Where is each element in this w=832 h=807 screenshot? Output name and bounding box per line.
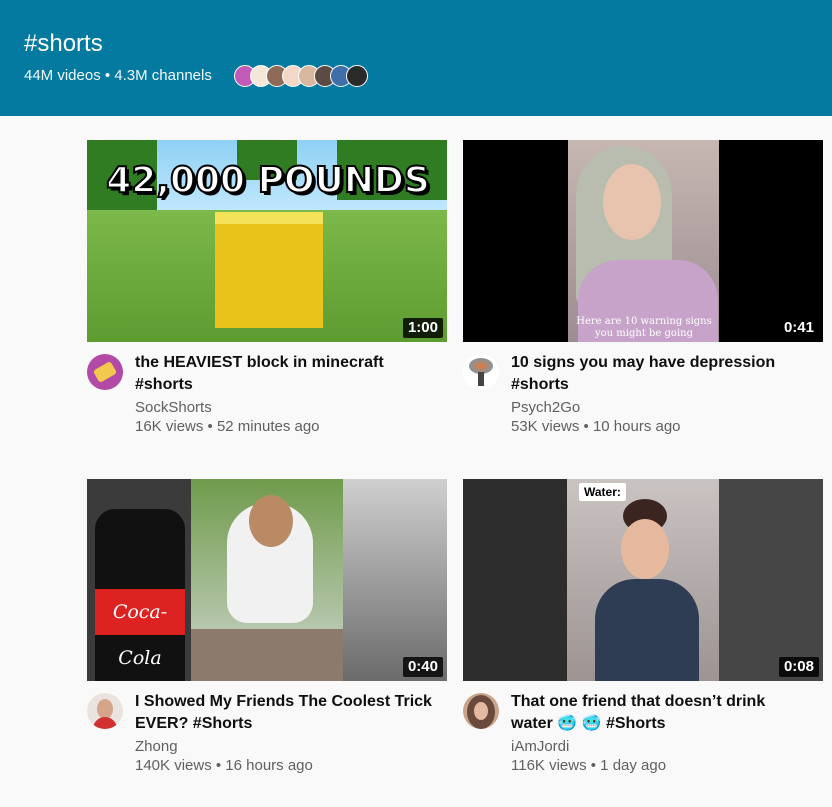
video-meta: 53K views • 10 hours ago bbox=[511, 418, 681, 435]
video-card[interactable]: Here are 10 warning signs you might be g… bbox=[463, 140, 823, 440]
duration-badge: 1:00 bbox=[402, 318, 443, 338]
brand-label: Coca-Cola bbox=[95, 589, 185, 669]
video-title[interactable]: 10 signs you may have depression #shorts bbox=[511, 352, 811, 396]
mini-avatar bbox=[346, 65, 368, 87]
video-thumbnail[interactable]: Here are 10 warning signs you might be g… bbox=[463, 140, 823, 342]
video-title[interactable]: the HEAVIEST block in minecraft #shorts bbox=[135, 352, 435, 396]
channel-avatar[interactable] bbox=[463, 354, 499, 390]
duration-badge: 0:08 bbox=[778, 657, 819, 677]
channel-name[interactable]: Zhong bbox=[135, 738, 178, 756]
video-title[interactable]: I Showed My Friends The Coolest Trick EV… bbox=[135, 691, 435, 735]
channel-name[interactable]: iAmJordi bbox=[511, 738, 569, 756]
hashtag-header: #shorts 44M videos • 4.3M channels bbox=[0, 0, 832, 116]
video-thumbnail[interactable]: Coca-Cola 0:40 bbox=[87, 479, 447, 681]
channel-name[interactable]: SockShorts bbox=[135, 399, 212, 417]
channel-avatar-stack bbox=[234, 65, 374, 89]
thumbnail-text: 42,000 POUNDS bbox=[105, 159, 431, 202]
video-meta: 16K views • 52 minutes ago bbox=[135, 418, 320, 435]
video-meta: 140K views • 16 hours ago bbox=[135, 757, 313, 774]
video-thumbnail[interactable]: Water: 0:08 bbox=[463, 479, 823, 681]
video-meta: 116K views • 1 day ago bbox=[511, 757, 667, 774]
channel-avatar[interactable] bbox=[87, 354, 123, 390]
duration-badge: 0:41 bbox=[778, 318, 819, 338]
channel-name[interactable]: Psych2Go bbox=[511, 399, 580, 417]
video-card[interactable]: Coca-Cola 0:40 I Showed My Friends The C… bbox=[87, 479, 447, 779]
video-thumbnail[interactable]: 42,000 POUNDS 1:00 bbox=[87, 140, 447, 342]
video-card[interactable]: Water: 0:08 That one friend that doesn’t… bbox=[463, 479, 823, 779]
video-card[interactable]: 42,000 POUNDS 1:00 the HEAVIEST block in… bbox=[87, 140, 447, 440]
duration-badge: 0:40 bbox=[402, 657, 443, 677]
video-title[interactable]: That one friend that doesn’t drink water… bbox=[511, 691, 811, 735]
channel-avatar[interactable] bbox=[87, 693, 123, 729]
hashtag-title: #shorts bbox=[24, 30, 103, 57]
water-label: Water: bbox=[579, 483, 626, 501]
hashtag-stats: 44M videos • 4.3M channels bbox=[24, 67, 212, 84]
thumbnail-caption: Here are 10 warning signs you might be g… bbox=[576, 316, 712, 339]
gold-block bbox=[215, 224, 323, 328]
channel-avatar[interactable] bbox=[463, 693, 499, 729]
